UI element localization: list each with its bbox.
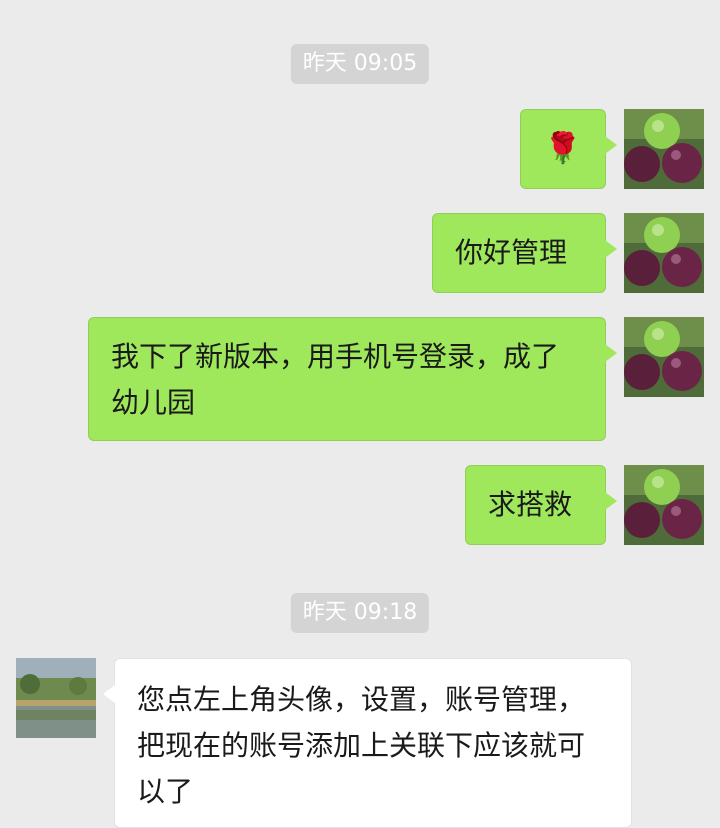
contact-avatar-icon[interactable] bbox=[16, 658, 96, 738]
message-bubble-rose[interactable]: 🌹 bbox=[520, 109, 617, 189]
my-avatar-icon[interactable] bbox=[624, 317, 704, 397]
my-avatar-icon[interactable] bbox=[624, 465, 704, 545]
message-bubble[interactable]: 我下了新版本，用手机号登录，成了幼儿园 bbox=[88, 317, 617, 441]
timestamp: 昨天 09:18 bbox=[290, 593, 430, 633]
timestamp: 昨天 09:05 bbox=[290, 44, 430, 84]
message-text: 我下了新版本，用手机号登录，成了幼儿园 bbox=[111, 340, 560, 419]
message-bubble-incoming[interactable]: 您点左上角头像，设置，账号管理，把现在的账号添加上关联下应该就可以了 bbox=[103, 658, 632, 828]
message-text: 你好管理 bbox=[455, 236, 568, 269]
my-avatar-icon[interactable] bbox=[624, 213, 704, 293]
message-bubble[interactable]: 求搭救 bbox=[465, 465, 617, 545]
my-avatar-icon[interactable] bbox=[624, 109, 704, 189]
message-text: 求搭救 bbox=[488, 488, 573, 521]
message-bubble[interactable]: 你好管理 bbox=[432, 213, 617, 293]
rose-emoji: 🌹 bbox=[544, 131, 582, 166]
message-text: 您点左上角头像，设置，账号管理，把现在的账号添加上关联下应该就可以了 bbox=[137, 683, 586, 808]
